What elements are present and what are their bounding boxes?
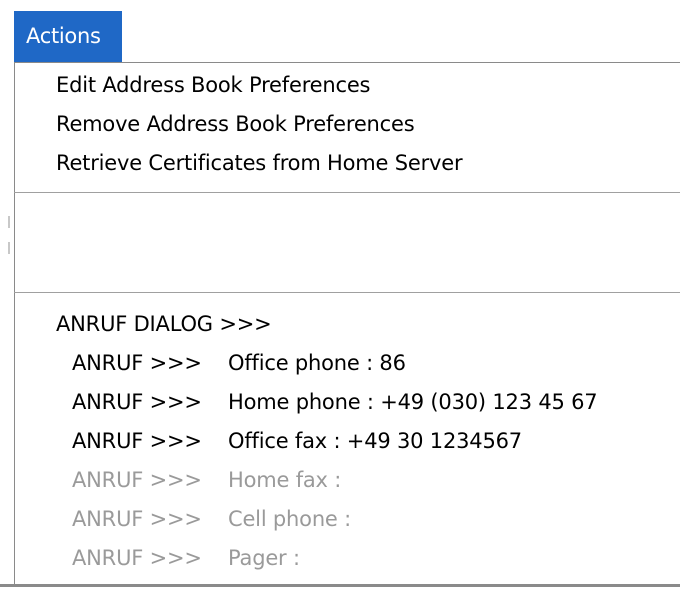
call-prefix: ANRUF >>> — [72, 507, 202, 531]
call-entry-home-phone[interactable]: ANRUF >>> Home phone : +49 (030) 123 45 6… — [72, 390, 598, 414]
call-entry-label: Home phone : +49 (030) 123 45 67 — [228, 390, 598, 414]
call-prefix: ANRUF >>> — [72, 390, 202, 414]
call-entry-home-fax: ANRUF >>> Home fax : — [72, 468, 341, 492]
call-prefix: ANRUF >>> — [72, 468, 202, 492]
call-entry-label: Cell phone : — [228, 507, 351, 531]
actions-menu-button[interactable]: Actions — [14, 11, 122, 62]
call-prefix: ANRUF >>> — [72, 429, 202, 453]
call-prefix: ANRUF >>> — [72, 546, 202, 570]
separator-tick — [8, 242, 10, 254]
menu-bar: Actions — [0, 0, 680, 62]
menu-separator — [14, 292, 680, 293]
menu-item-call-dialog[interactable]: ANRUF DIALOG >>> — [56, 312, 272, 336]
separator-tick — [8, 216, 10, 228]
call-entry-office-fax[interactable]: ANRUF >>> Office fax : +49 30 1234567 — [72, 429, 522, 453]
call-entry-office-phone[interactable]: ANRUF >>> Office phone : 86 — [72, 351, 406, 375]
dropdown-bottom-border — [0, 584, 680, 587]
menu-item-retrieve-certificates[interactable]: Retrieve Certificates from Home Server — [56, 151, 463, 175]
call-entry-label: Office phone : 86 — [228, 351, 406, 375]
call-entry-cell-phone: ANRUF >>> Cell phone : — [72, 507, 351, 531]
menu-separator — [14, 192, 680, 193]
call-entry-label: Office fax : +49 30 1234567 — [228, 429, 522, 453]
call-prefix: ANRUF >>> — [72, 351, 202, 375]
call-entry-label: Pager : — [228, 546, 300, 570]
call-entry-pager: ANRUF >>> Pager : — [72, 546, 300, 570]
menu-item-edit-address-book-preferences[interactable]: Edit Address Book Preferences — [56, 73, 370, 97]
menu-item-remove-address-book-preferences[interactable]: Remove Address Book Preferences — [56, 112, 415, 136]
call-entry-label: Home fax : — [228, 468, 342, 492]
